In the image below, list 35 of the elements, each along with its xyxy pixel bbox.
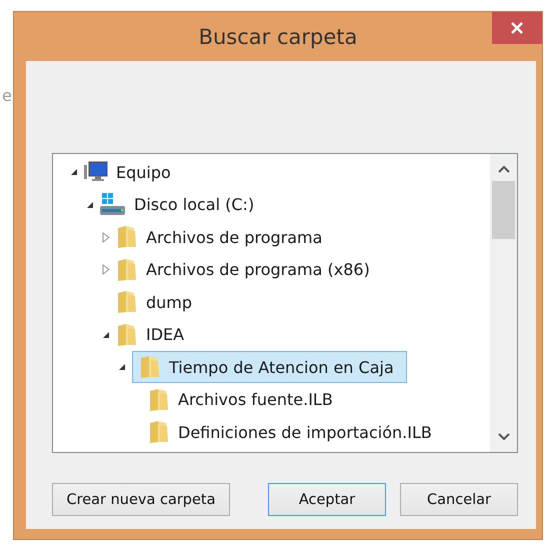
folder-icon: [139, 355, 161, 380]
collapsed-arrow-icon[interactable]: [102, 232, 110, 243]
computer-icon: [84, 161, 108, 184]
drive-icon: [100, 192, 126, 217]
scrollbar[interactable]: [490, 154, 517, 452]
folder-icon: [148, 388, 170, 412]
tree-item[interactable]: Equipo: [110, 158, 177, 187]
close-button[interactable]: [492, 12, 542, 44]
tree-item[interactable]: Archivos de programa (x86): [140, 255, 376, 284]
tree-item[interactable]: Archivos fuente.ILB: [172, 385, 339, 414]
close-icon: [510, 21, 524, 35]
expanded-arrow-icon[interactable]: [86, 200, 94, 209]
dialog-button[interactable]: Cancelar: [400, 483, 518, 516]
folder-icon: [148, 420, 170, 444]
collapsed-arrow-icon[interactable]: [102, 264, 110, 276]
folder-icon: [116, 322, 138, 347]
scroll-up-icon[interactable]: [498, 165, 510, 173]
folder-icon: [116, 225, 138, 250]
folder-icon: [116, 258, 138, 282]
tree-item[interactable]: Archivos de programa: [140, 222, 328, 252]
tree-item[interactable]: Tiempo de Atencion en Caja: [132, 351, 407, 384]
expanded-arrow-icon[interactable]: [118, 363, 126, 372]
tree-item[interactable]: Definiciones de importación.ILB: [172, 418, 438, 447]
background-text: e: [2, 86, 12, 105]
tree-item[interactable]: dump: [140, 288, 198, 317]
expanded-arrow-icon[interactable]: [102, 330, 110, 339]
scroll-down-icon[interactable]: [498, 433, 510, 441]
window-title: Buscar carpeta: [198, 24, 358, 48]
expanded-arrow-icon[interactable]: [70, 168, 78, 176]
tree-item[interactable]: Disco local (C:): [128, 190, 260, 220]
dialog-button[interactable]: Aceptar: [268, 483, 386, 516]
folder-icon: [116, 290, 138, 314]
scroll-thumb[interactable]: [492, 181, 515, 239]
dialog-button[interactable]: Crear nueva carpeta: [52, 483, 230, 516]
tree-item[interactable]: IDEA: [140, 320, 190, 350]
